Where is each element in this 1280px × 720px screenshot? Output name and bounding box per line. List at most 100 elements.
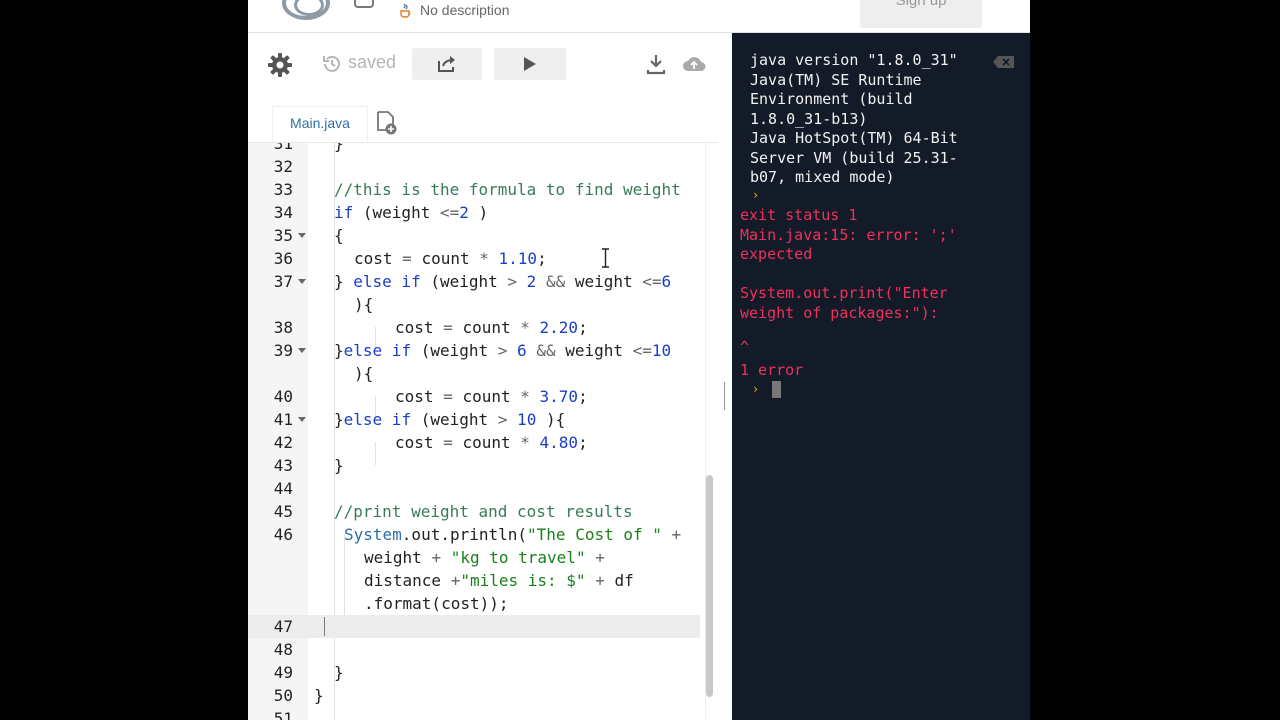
code-line-wrap[interactable]: .format(cost)); (248, 592, 700, 615)
code-line-48[interactable]: 48 (248, 638, 700, 661)
code-token: (weight (411, 410, 498, 429)
text-cursor-icon (602, 248, 609, 268)
code-token: 3.70 (529, 387, 579, 406)
code-line-47[interactable]: 47 (248, 615, 700, 638)
code-line-37[interactable]: 37} else if (weight > 2 && weight <=6 (248, 270, 700, 293)
code-line-38[interactable]: 38 cost = count * 2.20; (248, 316, 700, 339)
download-icon[interactable] (646, 53, 666, 75)
code-token: if (334, 203, 354, 222)
code-line-33[interactable]: 33 //this is the formula to find weight (248, 178, 700, 201)
code-token: cost (354, 249, 403, 268)
code-token: } (334, 272, 354, 291)
line-number: 51 (273, 709, 293, 720)
code-text: //this is the formula to find weight (334, 178, 681, 201)
code-line-34[interactable]: 34 if (weight <=2 ) (248, 201, 700, 224)
code-line-wrap[interactable]: distance +"miles is: $" + df (248, 569, 700, 592)
code-token: * (520, 387, 530, 406)
code-token: 4.80 (529, 433, 579, 452)
code-token: 1.10 (488, 249, 538, 268)
code-token: * (520, 318, 530, 337)
code-token: ){ (536, 410, 566, 429)
cloud-upload-icon[interactable] (682, 53, 706, 75)
code-token: 6 (507, 341, 527, 360)
code-editor[interactable]: 31} 32 33 //this is the formula to find wei… (248, 142, 718, 720)
add-file-icon[interactable] (376, 110, 398, 136)
share-button[interactable] (412, 48, 482, 80)
code-token: df (604, 571, 634, 590)
editor-toolbar: saved (248, 33, 718, 100)
clear-console-icon[interactable] (992, 55, 1016, 69)
code-line-41[interactable]: 41}else if (weight > 10 ){ (248, 408, 700, 431)
console-java-version: java version "1.8.0_31" (750, 51, 958, 69)
console-source-1: System.out.print("Enter (740, 284, 948, 302)
code-text: } (314, 684, 324, 707)
code-token: .format(cost)); (364, 594, 509, 613)
code-token: 2 (517, 272, 537, 291)
line-number: 50 (273, 686, 293, 705)
code-line-40[interactable]: 40 cost = count * 3.70; (248, 385, 700, 408)
code-token: 10 (507, 410, 537, 429)
code-token: ; (578, 387, 588, 406)
team-icon[interactable] (354, 0, 374, 8)
line-number: 35 (273, 226, 293, 245)
code-line-36[interactable]: 36 cost = count * 1.10; (248, 247, 700, 270)
code-text: ){ (354, 293, 373, 316)
code-line-49[interactable]: 49} (248, 661, 700, 684)
code-line-31[interactable]: 31} (248, 142, 700, 155)
gear-icon[interactable] (267, 52, 293, 78)
console-vm-1: Java HotSpot(TM) 64-Bit (750, 129, 958, 147)
code-token: count (452, 433, 521, 452)
code-line-50[interactable]: 50} (248, 684, 700, 707)
console-runtime-1: Java(TM) SE Runtime (750, 70, 922, 89)
code-line-32[interactable]: 32 (248, 155, 700, 178)
console-panel[interactable]: java version "1.8.0_31" Java(TM) SE Runt… (732, 33, 1030, 720)
sign-up-button[interactable]: Sign up (860, 0, 982, 28)
code-token: weight (555, 341, 633, 360)
repl-logo-icon[interactable] (282, 0, 330, 20)
code-token: ){ (354, 295, 374, 314)
code-line-wrap[interactable]: ){ (248, 293, 700, 316)
pane-divider[interactable] (718, 33, 732, 720)
code-token: * (520, 433, 530, 452)
code-line-43[interactable]: 43} (248, 454, 700, 477)
code-text: if (weight <=2 ) (334, 201, 488, 224)
line-number: 39 (273, 341, 293, 360)
line-number: 48 (273, 640, 293, 659)
code-token: System (344, 525, 402, 544)
fold-arrow-icon[interactable] (298, 348, 306, 353)
code-line-45[interactable]: 45 //print weight and cost results (248, 500, 700, 523)
code-token: "The Cost of " (527, 525, 662, 544)
tab-main-java[interactable]: Main.java (272, 106, 368, 142)
code-token: count (411, 249, 480, 268)
history-icon[interactable] (321, 53, 343, 75)
code-line-51[interactable]: 51 (248, 707, 700, 720)
fold-arrow-icon[interactable] (298, 417, 306, 422)
code-token: ; (537, 249, 547, 268)
project-description[interactable]: No description (420, 2, 510, 18)
code-line-42[interactable]: 42 cost = count * 4.80; (248, 431, 700, 454)
code-token: cost (395, 387, 444, 406)
code-line-wrap[interactable]: ){ (248, 362, 700, 385)
code-text: }else if (weight > 6 && weight <=10 (334, 339, 671, 362)
pane-resize-handle[interactable] (724, 382, 725, 410)
code-token: + (585, 548, 605, 567)
fold-arrow-icon[interactable] (298, 233, 306, 238)
line-number: 42 (273, 433, 293, 452)
fold-arrow-icon[interactable] (298, 279, 306, 284)
console-exit-status: exit status 1 (740, 206, 858, 224)
code-line-44[interactable]: 44 (248, 477, 700, 500)
console-vm-3: b07, mixed mode) (750, 168, 895, 186)
code-text: } else if (weight > 2 && weight <=6 (334, 270, 671, 293)
editor-scrollbar-thumb[interactable] (706, 475, 713, 697)
code-text: weight + "kg to travel" + (364, 546, 605, 569)
line-number: 31 (273, 142, 293, 153)
code-token: ; (578, 318, 588, 337)
code-token: + (661, 525, 682, 544)
code-line-46[interactable]: 46 System.out.println("The Cost of " + (248, 523, 700, 546)
run-button[interactable] (494, 48, 566, 80)
code-token: + (450, 571, 461, 590)
code-line-wrap[interactable]: weight + "kg to travel" + (248, 546, 700, 569)
code-line-39[interactable]: 39 }else if (weight > 6 && weight <=10 (248, 339, 700, 362)
code-line-35[interactable]: 35 { (248, 224, 700, 247)
line-number: 33 (273, 180, 293, 199)
